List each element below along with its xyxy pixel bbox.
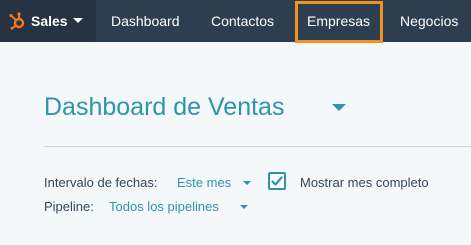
brand-label: Sales: [31, 13, 68, 29]
nav-item-dashboard[interactable]: Dashboard: [111, 0, 180, 42]
nav-item-contactos[interactable]: Contactos: [211, 0, 274, 42]
top-navigation-bar: Sales Dashboard Contactos Empresas Negoc…: [0, 0, 471, 43]
caret-down-icon[interactable]: [240, 205, 248, 209]
caret-down-icon[interactable]: [243, 181, 251, 185]
hubspot-sprocket-icon: [9, 12, 25, 30]
check-icon: [271, 176, 283, 186]
pipeline-dropdown[interactable]: Todos los pipelines: [109, 199, 219, 215]
show-full-month-label[interactable]: Mostrar mes completo: [300, 175, 429, 191]
page-title[interactable]: Dashboard de Ventas: [44, 92, 284, 122]
nav-item-negocios[interactable]: Negocios: [400, 0, 458, 42]
brand-menu[interactable]: Sales: [0, 0, 96, 42]
date-interval-dropdown[interactable]: Este mes: [177, 175, 231, 191]
pipeline-label: Pipeline:: [44, 199, 94, 214]
caret-down-icon: [73, 18, 83, 23]
divider: [44, 146, 471, 147]
date-interval-label: Intervalo de fechas:: [44, 175, 158, 190]
caret-down-icon[interactable]: [332, 104, 346, 111]
show-full-month-checkbox[interactable]: [268, 172, 286, 190]
nav-item-empresas[interactable]: Empresas: [307, 0, 370, 42]
